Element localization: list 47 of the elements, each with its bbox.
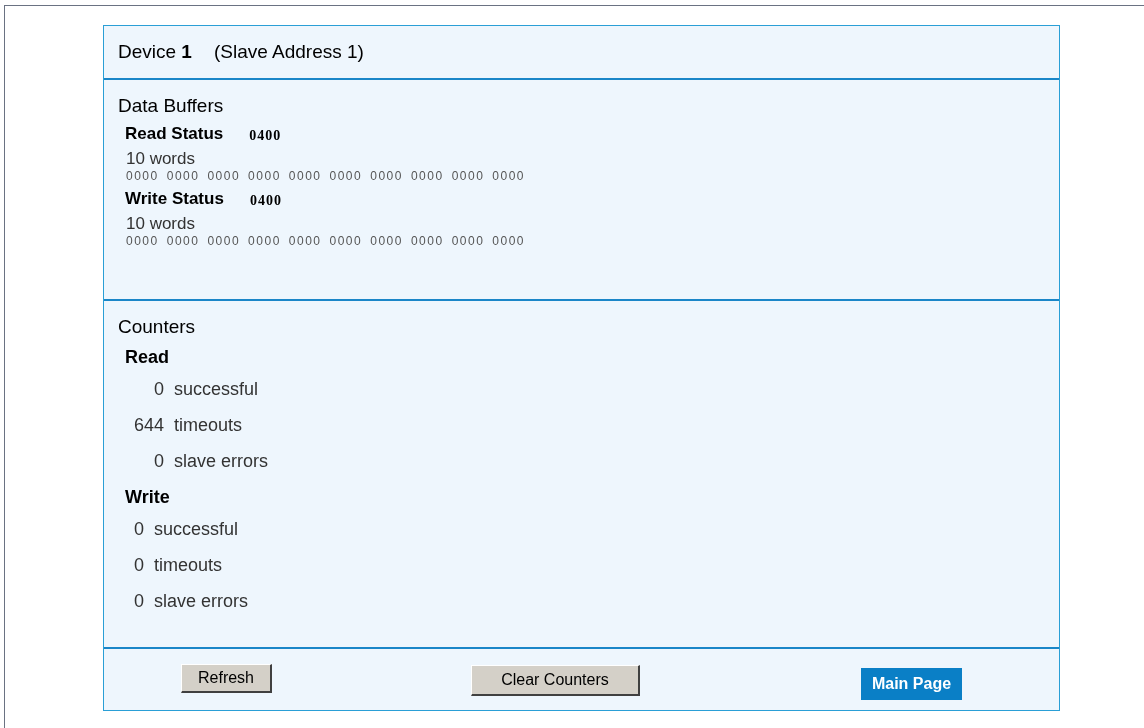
buffer-word: 0000: [126, 169, 159, 183]
counter-value: 0: [133, 517, 144, 541]
status-label: Read Status: [125, 123, 224, 145]
buffer-word: 0000: [492, 234, 526, 248]
word-count: 10 words: [126, 149, 196, 169]
counter-value: 0: [133, 553, 144, 577]
buffer-word: 0000: [451, 234, 485, 248]
buffer-word: 0000: [288, 169, 322, 183]
status-label: Write Status: [125, 188, 224, 210]
buffer-word: 0000: [410, 234, 444, 248]
status-value: 0400: [249, 192, 282, 210]
counter-value: 0: [133, 589, 144, 613]
buffer-word: 0000: [329, 169, 363, 183]
buffer-word: 0000: [126, 234, 159, 248]
slave-address: (Slave Address 1): [213, 39, 364, 64]
counter-label: successful: [154, 517, 239, 541]
action-button[interactable]: Clear Counters: [471, 665, 640, 696]
section-heading: Counters: [118, 315, 197, 339]
counter-label: timeouts: [174, 413, 243, 437]
buffer-word: 0000: [166, 169, 200, 183]
buffer-word: 0000: [329, 234, 363, 248]
counter-group-label: Read: [125, 346, 170, 369]
counter-label: slave errors: [154, 589, 249, 613]
buffer-word: 0000: [207, 234, 241, 248]
counter-group-label: Write: [125, 486, 171, 509]
counter-label: successful: [174, 377, 259, 401]
word-count: 10 words: [126, 214, 196, 234]
buffer-word: 0000: [492, 169, 526, 183]
buffer-word: 0000: [248, 169, 281, 183]
counter-label: slave errors: [174, 449, 269, 473]
buffer-word: 0000: [207, 169, 241, 183]
buffer-word: 0000: [410, 169, 444, 183]
buffer-word: 0000: [248, 234, 281, 248]
section-heading: Data Buffers: [118, 94, 225, 118]
counter-value: 644: [132, 413, 164, 437]
status-value: 0400: [249, 127, 282, 145]
main-page-link[interactable]: Main Page: [861, 668, 962, 700]
buffer-word: 0000: [451, 169, 485, 183]
counter-label: timeouts: [154, 553, 223, 577]
counter-value: 0: [153, 449, 164, 473]
buffer-word: 0000: [288, 234, 322, 248]
buffer-word: 0000: [370, 234, 403, 248]
buffer-word: 0000: [370, 169, 403, 183]
counter-value: 0: [153, 377, 164, 401]
device-title: Device 1: [118, 39, 192, 64]
buffer-word: 0000: [166, 234, 200, 248]
action-button[interactable]: Refresh: [181, 664, 272, 693]
